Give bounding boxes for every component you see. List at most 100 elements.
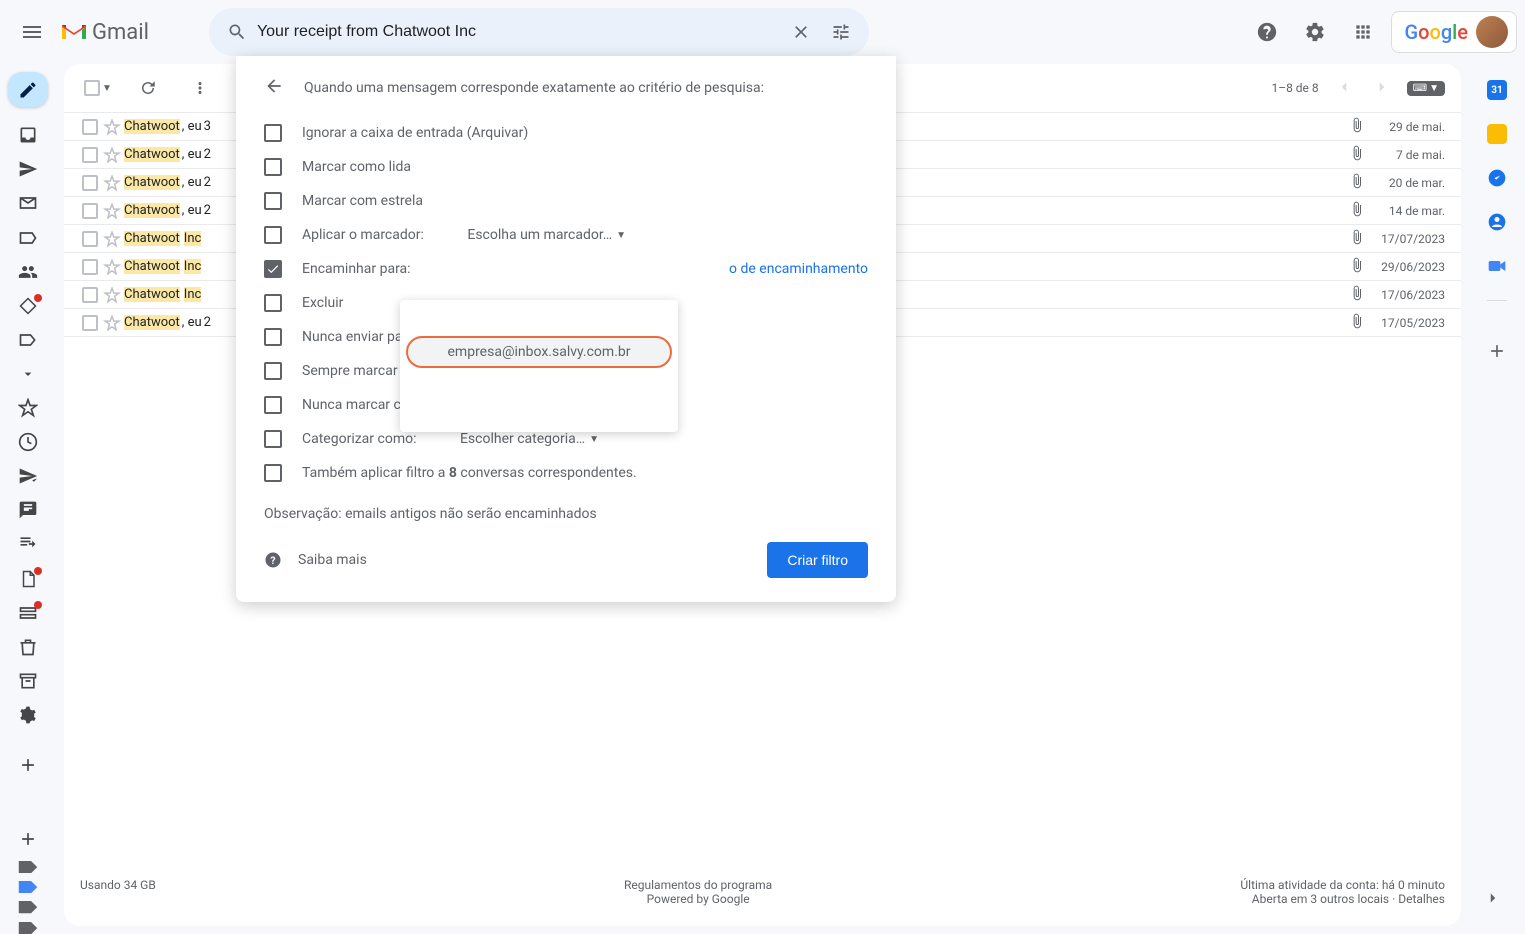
prev-page-button[interactable]: [1331, 74, 1357, 103]
sidebar-updates[interactable]: [12, 292, 44, 320]
sidebar-new-label[interactable]: [12, 825, 44, 853]
select-all-checkbox[interactable]: ▼: [80, 76, 116, 100]
row-checkbox[interactable]: [80, 315, 100, 331]
row-checkbox[interactable]: [80, 231, 100, 247]
more-button[interactable]: [180, 68, 220, 108]
sidebar-queue[interactable]: [12, 530, 44, 558]
help-icon: [1256, 21, 1278, 43]
side-panel-toggle[interactable]: [1473, 878, 1513, 918]
row-attachment-icon: [1349, 173, 1373, 193]
sidebar-all[interactable]: [12, 599, 44, 627]
filter-star-checkbox[interactable]: [264, 192, 282, 210]
filter-never-important-checkbox[interactable]: [264, 396, 282, 414]
row-checkbox[interactable]: [80, 175, 100, 191]
row-attachment-icon: [1349, 313, 1373, 333]
row-checkbox[interactable]: [80, 203, 100, 219]
settings-button[interactable]: [1295, 12, 1335, 52]
filter-categorize-select[interactable]: Escolher categoria…▼: [460, 431, 599, 447]
sidebar-manage[interactable]: [12, 701, 44, 729]
check-icon: [266, 262, 280, 276]
attachment-icon: [1349, 117, 1365, 133]
filter-back-button[interactable]: [264, 76, 284, 100]
row-star[interactable]: [100, 174, 124, 192]
contacts-app[interactable]: [1487, 212, 1507, 232]
sidebar-create[interactable]: [12, 751, 44, 779]
user-avatar[interactable]: [1476, 16, 1508, 48]
filter-read-checkbox[interactable]: [264, 158, 282, 176]
google-account-box[interactable]: Google: [1391, 11, 1517, 53]
sidebar-chats[interactable]: [12, 496, 44, 524]
dropdown-item-blurred-2[interactable]: [400, 368, 678, 396]
filter-forward-link[interactable]: o de encaminhamento: [729, 261, 868, 277]
row-checkbox[interactable]: [80, 119, 100, 135]
filter-never-spam-checkbox[interactable]: [264, 328, 282, 346]
refresh-button[interactable]: [128, 68, 168, 108]
dropdown-item-blurred-1[interactable]: [400, 308, 678, 336]
row-checkbox[interactable]: [80, 259, 100, 275]
dropdown-item-blurred-3[interactable]: [400, 396, 678, 424]
sidebar-doc[interactable]: [12, 565, 44, 593]
input-tools-button[interactable]: ⌨▼: [1407, 81, 1445, 96]
storage-text: Usando 34 GB: [80, 878, 156, 906]
filter-archive-checkbox[interactable]: [264, 124, 282, 142]
sidebar-left: [0, 64, 56, 934]
label-tag-gray-icon[interactable]: [18, 861, 38, 873]
sidebar-labels[interactable]: [12, 326, 44, 354]
row-star[interactable]: [100, 118, 124, 136]
label-tag-gray2-icon[interactable]: [18, 901, 38, 913]
next-page-button[interactable]: [1369, 74, 1395, 103]
search-button[interactable]: [217, 12, 257, 52]
row-star[interactable]: [100, 258, 124, 276]
gmail-logo[interactable]: Gmail: [60, 20, 149, 45]
sidebar-scheduled[interactable]: [12, 462, 44, 490]
sidebar-archive[interactable]: [12, 667, 44, 695]
filter-delete-checkbox[interactable]: [264, 294, 282, 312]
apps-button[interactable]: [1343, 12, 1383, 52]
clear-search-button[interactable]: [781, 12, 821, 52]
main-menu-button[interactable]: [8, 8, 56, 56]
sidebar-starred[interactable]: [12, 394, 44, 422]
support-button[interactable]: [1247, 12, 1287, 52]
filter-label-select[interactable]: Escolha um marcador…▼: [467, 227, 626, 243]
mail-icon: [18, 193, 38, 213]
tasks-app[interactable]: [1487, 168, 1507, 188]
create-filter-button[interactable]: Criar filtro: [767, 542, 868, 578]
sidebar-contacts[interactable]: [12, 258, 44, 286]
compose-button[interactable]: [8, 72, 48, 107]
row-star[interactable]: [100, 230, 124, 248]
program-policies-link[interactable]: Regulamentos do programa: [624, 878, 772, 892]
search-options-button[interactable]: [821, 12, 861, 52]
row-star[interactable]: [100, 146, 124, 164]
sidebar-trash[interactable]: [12, 633, 44, 661]
details-link[interactable]: Aberta em 3 outros locais · Detalhes: [1240, 892, 1445, 906]
sidebar-sent[interactable]: [12, 155, 44, 183]
label-tag-gray3-icon[interactable]: [18, 922, 38, 934]
sidebar-drafts[interactable]: [12, 189, 44, 217]
filter-always-important-checkbox[interactable]: [264, 362, 282, 380]
search-input[interactable]: [257, 23, 781, 41]
sidebar-snoozed[interactable]: [12, 428, 44, 456]
filter-label-checkbox[interactable]: [264, 226, 282, 244]
filter-forward-checkbox[interactable]: [264, 260, 282, 278]
trash-icon: [18, 637, 38, 657]
star-icon: [103, 146, 121, 164]
row-checkbox[interactable]: [80, 147, 100, 163]
row-star[interactable]: [100, 286, 124, 304]
filter-apply-existing-checkbox[interactable]: [264, 464, 282, 482]
sidebar-inbox[interactable]: [12, 121, 44, 149]
meet-app[interactable]: [1487, 256, 1507, 276]
sidebar-label1[interactable]: [12, 223, 44, 251]
filter-categorize-checkbox[interactable]: [264, 430, 282, 448]
row-star[interactable]: [100, 314, 124, 332]
sidebar-more[interactable]: [12, 360, 44, 388]
filter-learn-more[interactable]: ? Saiba mais: [264, 551, 367, 569]
label-tag-blue-icon[interactable]: [18, 881, 38, 893]
get-addons-button[interactable]: [1487, 341, 1507, 361]
hamburger-icon: [20, 20, 44, 44]
row-star[interactable]: [100, 202, 124, 220]
row-checkbox[interactable]: [80, 287, 100, 303]
dropdown-item-highlighted[interactable]: empresa@inbox.salvy.com.br: [406, 336, 672, 368]
scheduled-icon: [18, 466, 38, 486]
calendar-app[interactable]: 31: [1487, 80, 1507, 100]
keep-app[interactable]: [1487, 124, 1507, 144]
